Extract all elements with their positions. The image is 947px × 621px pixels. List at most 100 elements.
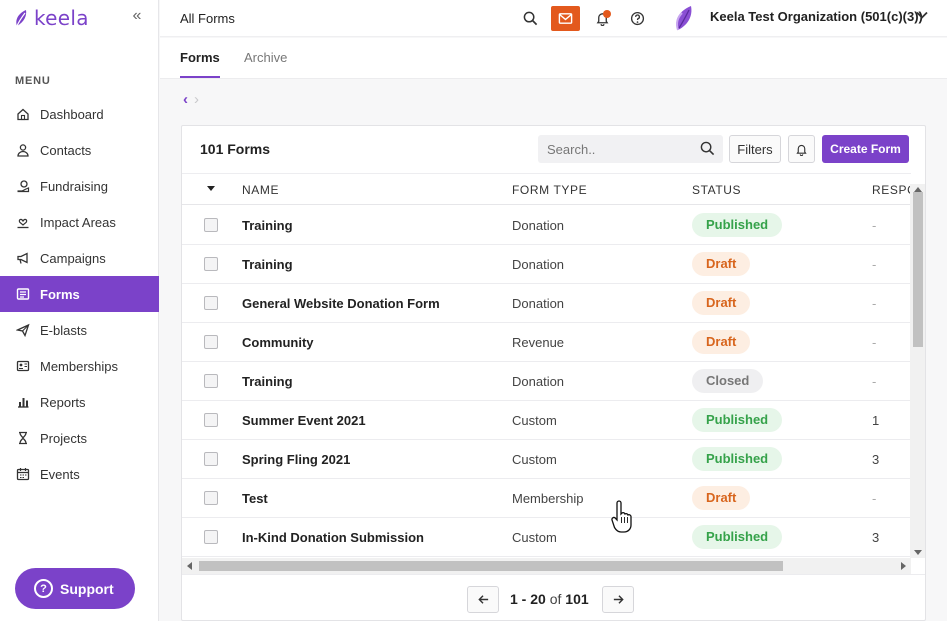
- row-checkbox[interactable]: [204, 257, 218, 271]
- responses-count: -: [872, 374, 877, 389]
- scroll-down-icon[interactable]: [914, 550, 922, 555]
- column-header-name[interactable]: NAME: [242, 183, 279, 197]
- table-row[interactable]: Community Revenue Draft -: [182, 323, 911, 362]
- form-name[interactable]: Community: [242, 335, 314, 350]
- form-icon: [16, 287, 30, 301]
- vertical-scrollbar[interactable]: [910, 184, 925, 558]
- help-icon[interactable]: [624, 6, 650, 31]
- form-name[interactable]: In-Kind Donation Submission: [242, 530, 424, 545]
- chevron-down-icon[interactable]: [915, 8, 929, 22]
- table-row[interactable]: Training Donation Published -: [182, 206, 911, 245]
- sort-caret-icon[interactable]: [207, 186, 215, 191]
- table-row[interactable]: Training Donation Draft -: [182, 245, 911, 284]
- brand-name: keela: [34, 6, 89, 30]
- row-checkbox[interactable]: [204, 452, 218, 466]
- responses-count: -: [872, 491, 877, 506]
- row-checkbox[interactable]: [204, 374, 218, 388]
- forward-arrow-icon[interactable]: ›: [194, 92, 199, 108]
- responses-count: 3: [872, 452, 880, 467]
- sidebar-item-label: Events: [40, 466, 80, 482]
- sidebar-item-label: Fundraising: [40, 178, 108, 194]
- create-form-button[interactable]: Create Form: [822, 135, 909, 163]
- mail-icon[interactable]: [551, 6, 580, 31]
- sidebar-item-contacts[interactable]: Contacts: [0, 132, 159, 168]
- collapse-sidebar-icon[interactable]: «: [128, 7, 146, 25]
- row-checkbox[interactable]: [204, 530, 218, 544]
- sidebar-item-reports[interactable]: Reports: [0, 384, 159, 420]
- keela-logo[interactable]: keela: [14, 6, 89, 30]
- search-icon[interactable]: [700, 141, 715, 156]
- horizontal-scroll-thumb[interactable]: [199, 561, 783, 571]
- sidebar-item-projects[interactable]: Projects: [0, 420, 159, 456]
- previous-page-button[interactable]: [467, 586, 499, 613]
- status-badge: Draft: [692, 252, 751, 276]
- sidebar-item-memberships[interactable]: Memberships: [0, 348, 159, 384]
- table-row[interactable]: General Website Donation Form Donation Dra…: [182, 284, 911, 323]
- column-header-responses[interactable]: RESPO: [872, 183, 911, 197]
- status-badge: Closed: [692, 369, 764, 393]
- row-checkbox[interactable]: [204, 296, 218, 310]
- sidebar-item-events[interactable]: Events: [0, 456, 159, 492]
- row-checkbox[interactable]: [204, 491, 218, 505]
- organization-logo[interactable]: [673, 4, 695, 32]
- status-badge: Draft: [692, 486, 751, 510]
- hourglass-icon: [16, 431, 30, 445]
- send-icon: [16, 323, 30, 337]
- search-input[interactable]: [538, 135, 688, 163]
- row-checkbox[interactable]: [204, 335, 218, 349]
- sidebar-item-campaigns[interactable]: Campaigns: [0, 240, 159, 276]
- status-badge: Published: [692, 525, 783, 549]
- tab-forms[interactable]: Forms: [180, 50, 220, 78]
- page-total: 101: [565, 591, 589, 607]
- sidebar-item-forms[interactable]: Forms: [0, 276, 159, 312]
- table-row[interactable]: Test Membership Draft -: [182, 479, 911, 518]
- top-bar: All Forms Keela Test Organization (501(c…: [160, 0, 947, 37]
- sidebar-item-label: Impact Areas: [40, 214, 116, 230]
- support-button[interactable]: ? Support: [15, 568, 135, 609]
- form-name[interactable]: General Website Donation Form: [242, 296, 440, 311]
- form-type: Donation: [512, 374, 565, 389]
- sidebar-item-impact-areas[interactable]: Impact Areas: [0, 204, 159, 240]
- row-checkbox[interactable]: [204, 218, 218, 232]
- sidebar-item-label: Campaigns: [40, 250, 106, 266]
- form-name[interactable]: Spring Fling 2021: [242, 452, 350, 467]
- table-row[interactable]: Summer Event 2021 Custom Published 1: [182, 401, 911, 440]
- form-name[interactable]: Training: [242, 257, 293, 272]
- form-type: Donation: [512, 296, 565, 311]
- scroll-right-icon[interactable]: [901, 562, 906, 570]
- form-notifications-button[interactable]: [788, 135, 815, 163]
- row-checkbox[interactable]: [204, 413, 218, 427]
- horizontal-scrollbar[interactable]: [182, 558, 911, 574]
- form-type: Donation: [512, 218, 565, 233]
- notifications-bell-icon[interactable]: [589, 6, 615, 31]
- page-range-value: 1 - 20: [510, 591, 546, 607]
- column-header-status[interactable]: STATUS: [692, 183, 741, 197]
- column-header-form-type[interactable]: FORM TYPE: [512, 183, 587, 197]
- table-row[interactable]: Spring Fling 2021 Custom Published 3: [182, 440, 911, 479]
- back-arrow-icon[interactable]: ‹: [183, 92, 188, 108]
- vertical-scroll-thumb[interactable]: [913, 192, 923, 347]
- scroll-left-icon[interactable]: [187, 562, 192, 570]
- status-badge: Draft: [692, 291, 751, 315]
- next-page-button[interactable]: [602, 586, 634, 613]
- tab-archive[interactable]: Archive: [244, 50, 287, 65]
- form-name[interactable]: Training: [242, 374, 293, 389]
- sidebar-item-dashboard[interactable]: Dashboard: [0, 96, 159, 132]
- table-row[interactable]: In-Kind Donation Submission Custom Publish…: [182, 518, 911, 557]
- sidebar: keela « MENU Dashboard Contacts Fundraisin…: [0, 0, 159, 621]
- form-name[interactable]: Training: [242, 218, 293, 233]
- bell-icon: [796, 144, 807, 156]
- responses-count: -: [872, 296, 877, 311]
- sidebar-item-label: E-blasts: [40, 322, 87, 338]
- form-name[interactable]: Summer Event 2021: [242, 413, 366, 428]
- sidebar-item-fundraising[interactable]: Fundraising: [0, 168, 159, 204]
- search-icon[interactable]: [517, 6, 543, 31]
- table-row[interactable]: Training Donation Closed -: [182, 362, 911, 401]
- tabs-bar: Forms Archive: [160, 38, 947, 79]
- sidebar-item-e-blasts[interactable]: E-blasts: [0, 312, 159, 348]
- megaphone-icon: [16, 251, 30, 265]
- sidebar-item-label: Contacts: [40, 142, 92, 158]
- filters-button[interactable]: Filters: [729, 135, 781, 163]
- form-name[interactable]: Test: [242, 491, 268, 506]
- organization-name[interactable]: Keela Test Organization (501(c)(3)): [710, 9, 923, 24]
